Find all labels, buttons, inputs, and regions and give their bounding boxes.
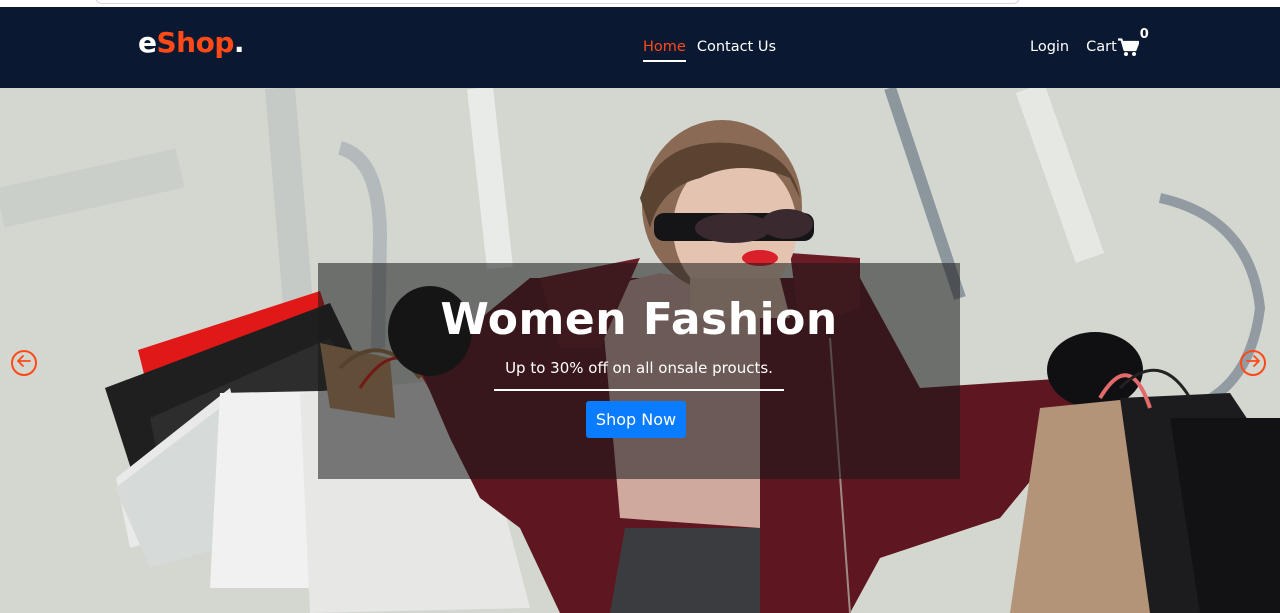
nav-link-home[interactable]: Home <box>643 39 686 62</box>
hero-divider <box>494 389 784 391</box>
arrow-right-circle-icon <box>1245 353 1261 373</box>
site-logo[interactable]: eShop. <box>138 26 245 59</box>
main-nav: Home Contact Us <box>643 39 776 62</box>
navbar: eShop. Home Contact Us Login Cart 0 <box>0 7 1280 88</box>
hero-carousel: Women Fashion Up to 30% off on all onsal… <box>0 88 1280 613</box>
logo-suffix: . <box>233 26 245 59</box>
address-bar[interactable] <box>95 0 1020 4</box>
carousel-next-button[interactable] <box>1240 350 1266 376</box>
hero-caption: Women Fashion Up to 30% off on all onsal… <box>318 263 960 479</box>
arrow-left-circle-icon <box>16 353 32 373</box>
cart-count-badge: 0 <box>1139 27 1149 42</box>
shop-now-button[interactable]: Shop Now <box>586 401 686 438</box>
cart-link[interactable]: Cart 0 <box>1086 27 1149 61</box>
cart-label: Cart <box>1086 39 1117 55</box>
shopping-cart-icon <box>1117 38 1140 61</box>
hero-subtitle: Up to 30% off on all onsale proucts. <box>505 359 773 377</box>
nav-actions: Login Cart 0 <box>1030 27 1149 61</box>
browser-chrome <box>0 0 1280 7</box>
nav-link-contact[interactable]: Contact Us <box>697 39 776 62</box>
logo-prefix: e <box>138 26 157 59</box>
hero-title: Women Fashion <box>440 294 838 345</box>
carousel-prev-button[interactable] <box>11 350 37 376</box>
logo-main: Shop <box>156 26 235 59</box>
login-link[interactable]: Login <box>1030 39 1069 55</box>
